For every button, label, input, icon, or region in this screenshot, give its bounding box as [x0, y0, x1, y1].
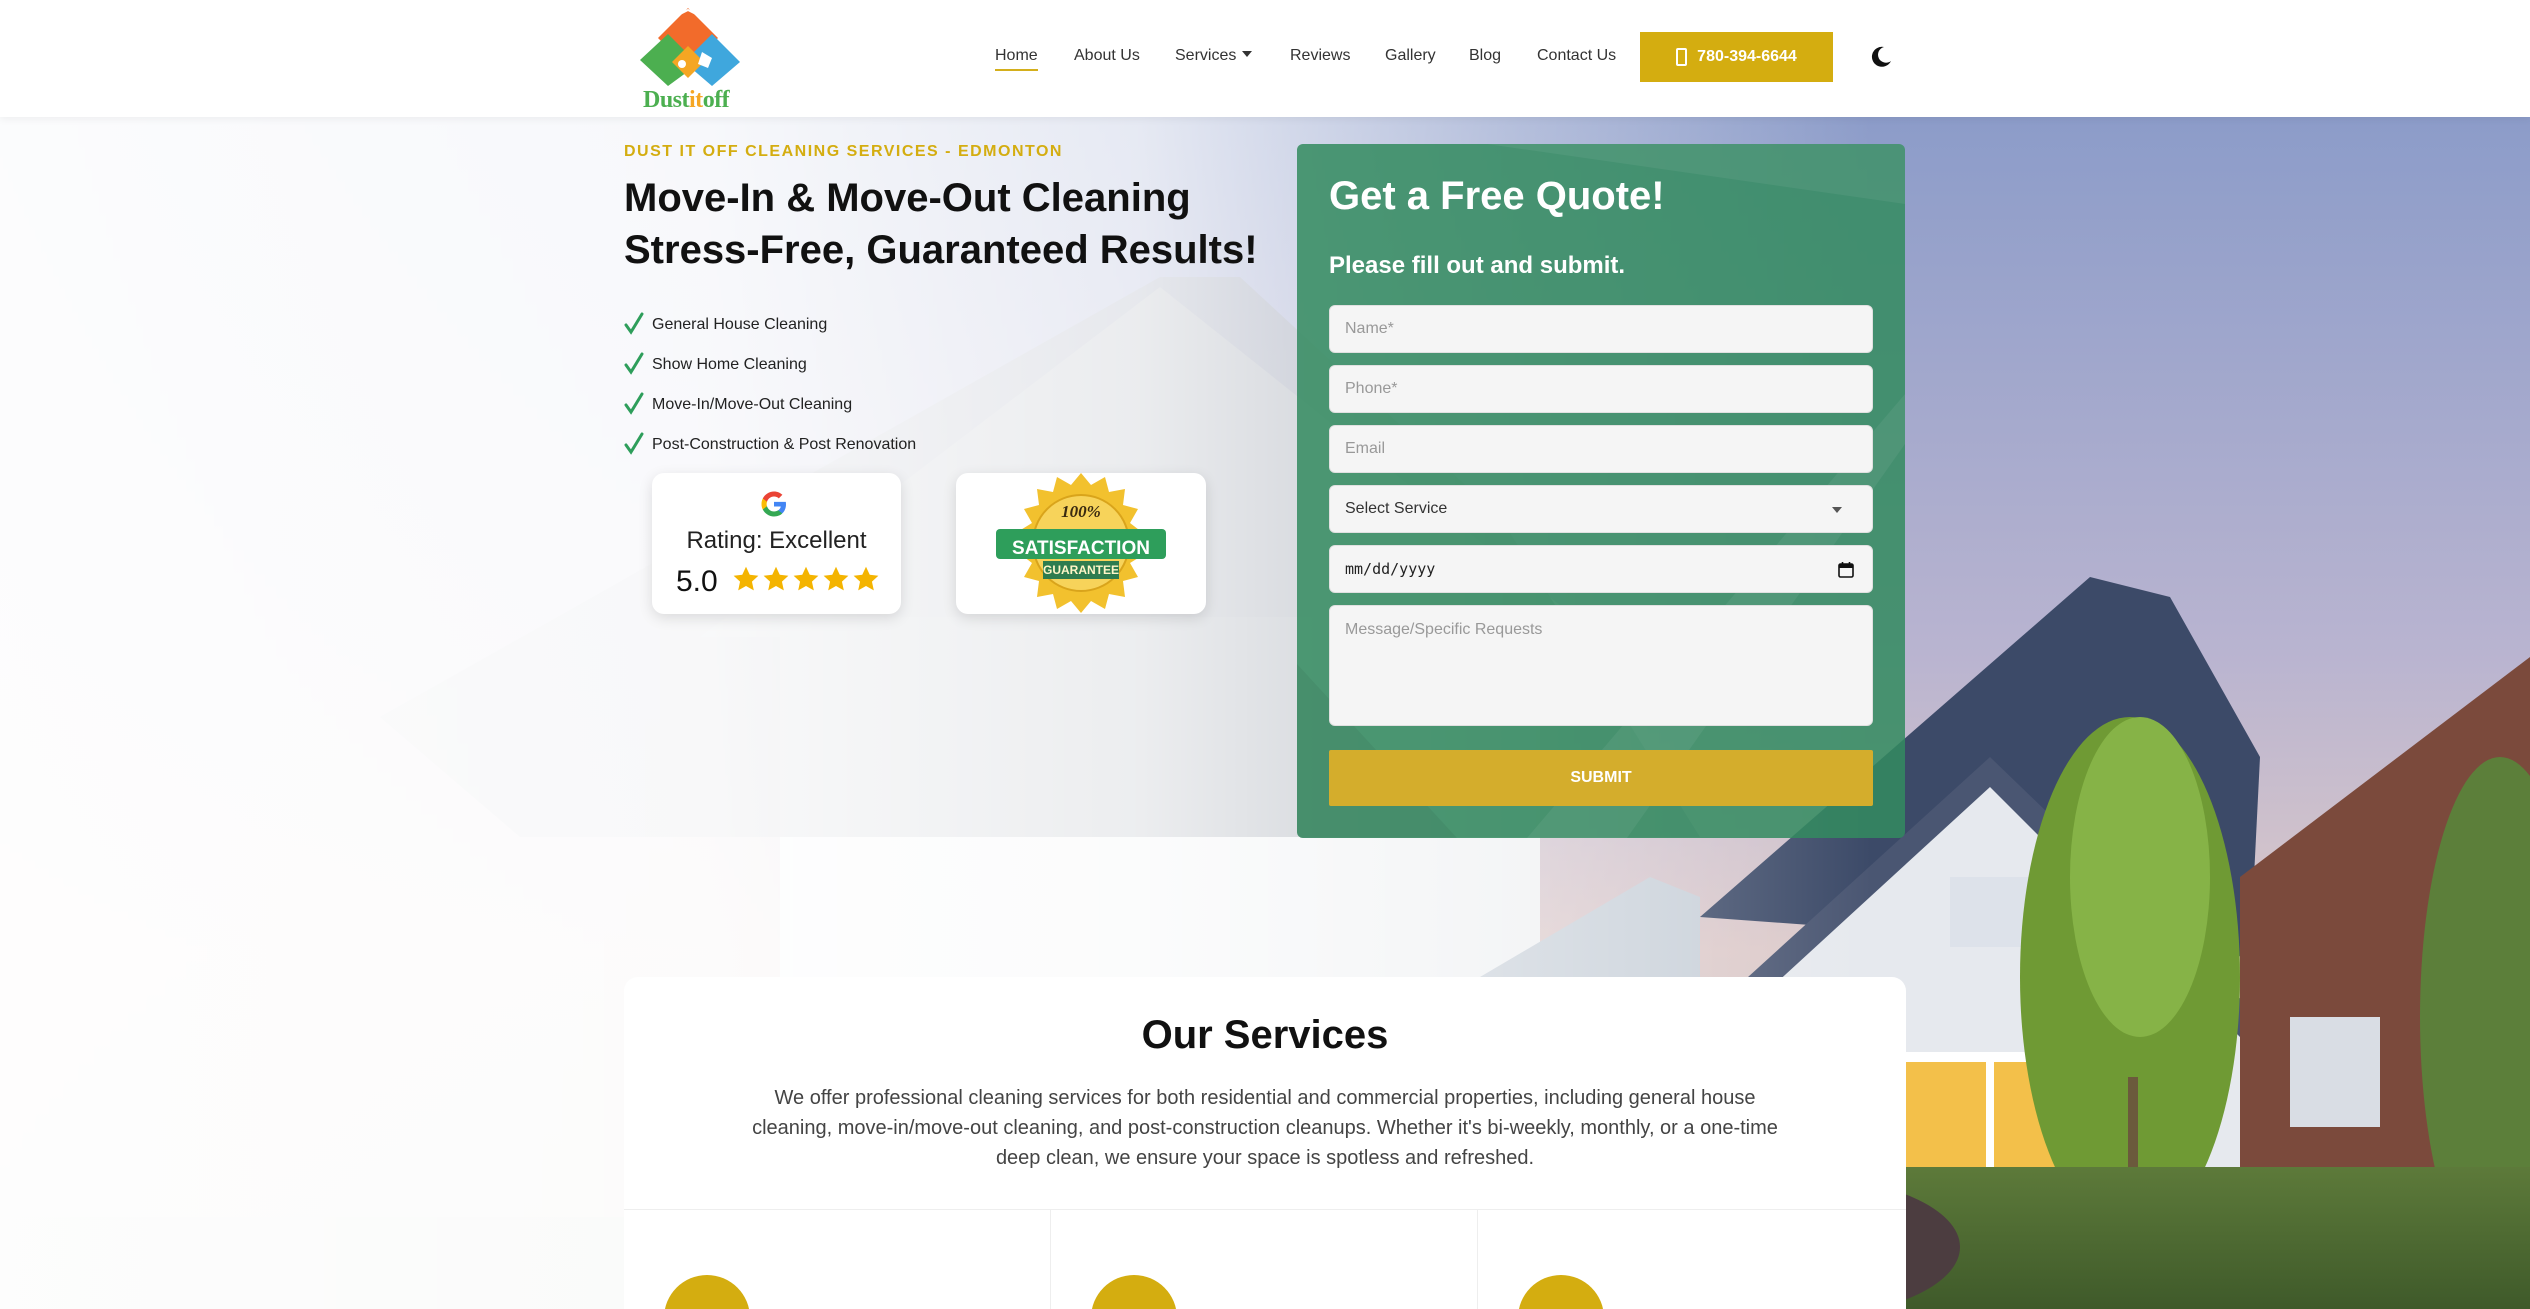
star-icon [733, 566, 759, 591]
nav-home[interactable]: Home [995, 47, 1038, 71]
phone-icon [1676, 48, 1688, 66]
move-cleaning-icon [1091, 1275, 1177, 1309]
star-icon [823, 566, 849, 591]
satisfaction-guarantee-card: 100% SATISFACTION GUARANTEE [956, 473, 1206, 614]
phone-input[interactable]: Phone* [1329, 365, 1873, 413]
service-card[interactable] [1478, 1210, 1906, 1309]
checkmark-icon [624, 392, 644, 415]
service-select[interactable]: Select Service [1329, 485, 1873, 533]
cleaning-icon [664, 1275, 750, 1309]
google-rating-card[interactable]: Rating: Excellent 5.0 [652, 473, 901, 614]
nav-about-us[interactable]: About Us [1074, 47, 1140, 65]
service-card[interactable] [1051, 1210, 1478, 1309]
nav-services-label: Services [1175, 47, 1237, 64]
services-section: Our Services We offer professional clean… [624, 977, 1906, 1309]
nav-gallery[interactable]: Gallery [1385, 47, 1436, 65]
email-input[interactable]: Email [1329, 425, 1873, 473]
seal-top-text: 100% [1061, 502, 1101, 521]
checkmark-icon [624, 432, 644, 455]
rating-label: Rating: Excellent [686, 527, 867, 554]
chevron-down-icon [1242, 51, 1253, 57]
services-description: We offer professional cleaning services … [752, 1087, 1778, 1169]
nav-services[interactable]: Services [1175, 47, 1253, 65]
star-icon [793, 566, 819, 591]
chevron-down-icon [1832, 507, 1842, 513]
nav-reviews[interactable]: Reviews [1290, 47, 1350, 65]
services-grid [624, 1209, 1906, 1309]
seal-bottom-text: GUARANTEE [1043, 563, 1119, 577]
construction-cleaning-icon [1518, 1275, 1604, 1309]
satisfaction-seal-icon: 100% SATISFACTION GUARANTEE [996, 473, 1166, 613]
google-icon [761, 491, 786, 517]
checkmark-icon [624, 352, 644, 375]
service-card[interactable] [624, 1210, 1051, 1309]
rating-stars [732, 565, 880, 593]
site-header: Dustitoff Home About Us Services Reviews… [0, 0, 2530, 117]
rating-value: 5.0 [676, 565, 718, 598]
call-phone-button[interactable]: 780-394-6644 [1640, 32, 1833, 82]
moon-icon[interactable] [1869, 45, 1893, 69]
hero-headline-line-1: Move-In & Move-Out Cleaning [624, 176, 1191, 220]
message-textarea[interactable]: Message/Specific Requests [1329, 605, 1873, 726]
name-input[interactable]: Name* [1329, 305, 1873, 353]
services-title: Our Services [1141, 1013, 1389, 1057]
hero-headline-line-2: Stress-Free, Guaranteed Results! [624, 228, 1258, 272]
nav-contact-us[interactable]: Contact Us [1537, 47, 1616, 65]
date-input-placeholder: mm/dd/yyyy [1345, 560, 1436, 578]
service-select-value: Select Service [1345, 500, 1448, 517]
phone-number: 780-394-6644 [1697, 48, 1797, 65]
star-icon [853, 566, 879, 591]
star-icon [763, 566, 789, 591]
checkmark-icon [624, 312, 644, 335]
quote-form-title: Get a Free Quote! [1329, 174, 1665, 218]
seal-middle-text: SATISFACTION [1012, 538, 1150, 559]
quote-form-subtitle: Please fill out and submit. [1329, 252, 1626, 279]
date-input[interactable]: mm/dd/yyyy [1329, 545, 1873, 593]
logo-text: Dustitoff [643, 87, 730, 113]
hero-headline: Move-In & Move-Out Cleaning Stress-Free,… [624, 172, 1304, 276]
hero-eyebrow: DUST IT OFF CLEANING SERVICES - EDMONTON [624, 143, 1063, 160]
submit-button[interactable]: SUBMIT [1329, 750, 1873, 806]
nav-blog[interactable]: Blog [1469, 47, 1501, 65]
quote-form-panel: Get a Free Quote! Please fill out and su… [1297, 144, 1905, 838]
calendar-icon[interactable] [1838, 561, 1854, 578]
